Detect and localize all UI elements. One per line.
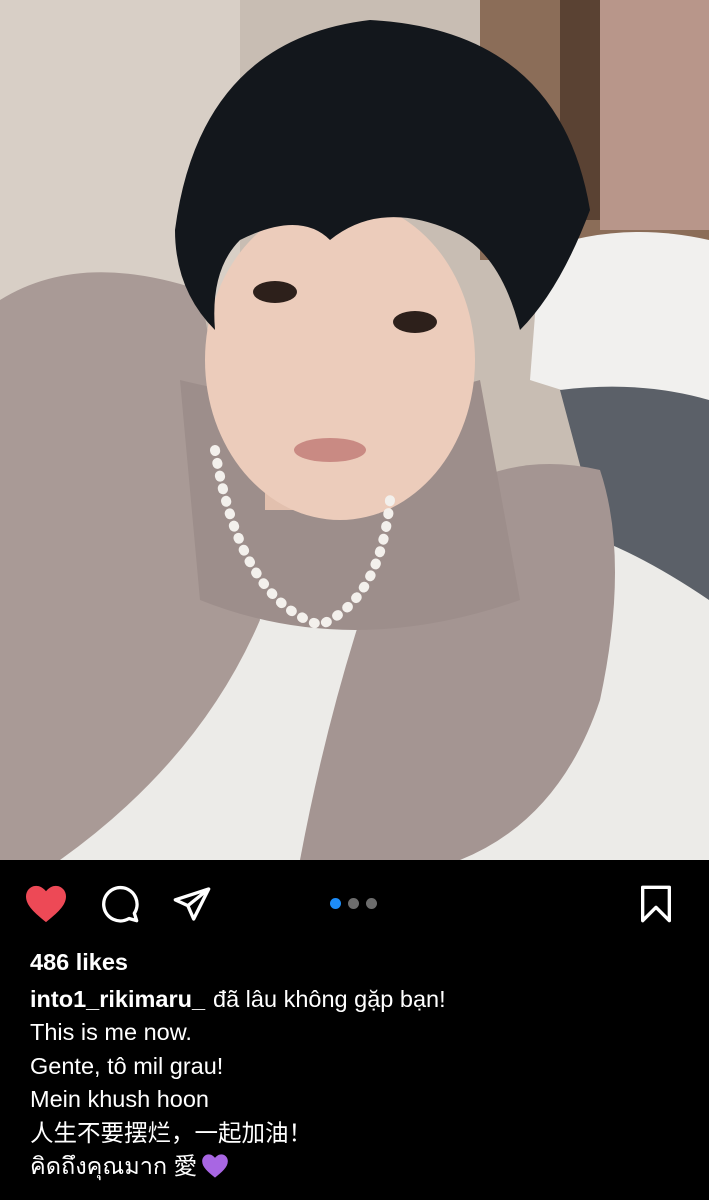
carousel-dot [366, 898, 377, 909]
caption-last-line: คิดถึงคุณมาก 愛 [30, 1150, 690, 1184]
heart-filled-icon[interactable] [24, 882, 68, 926]
comment-bubble-icon[interactable] [98, 882, 142, 926]
paper-plane-icon[interactable] [170, 882, 214, 926]
likes-count[interactable]: 486 likes [30, 946, 690, 980]
caption-username[interactable]: into1_rikimaru_ [30, 986, 205, 1012]
caption-line: 人生不要摆烂，一起加油！ [30, 1119, 312, 1146]
caption-line: Mein khush hoon [30, 1086, 209, 1112]
caption-line: Gente, tô mil grau! [30, 1052, 224, 1079]
purple-heart-icon [202, 1154, 228, 1178]
post-actions-bar [0, 860, 709, 946]
carousel-dot [348, 898, 359, 909]
photo-illustration [0, 0, 709, 860]
caption-text: คิดถึงคุณมาก 愛 [30, 1153, 198, 1179]
carousel-dot-active [330, 898, 341, 909]
caption-first-line: into1_rikimaru_ đã lâu không gặp bạn! [30, 983, 690, 1017]
caption-text: đã lâu không gặp bạn! [213, 985, 446, 1012]
carousel-indicator [330, 898, 377, 909]
caption-line: This is me now. [30, 1019, 192, 1045]
bookmark-icon[interactable] [634, 882, 678, 926]
post-meta: 486 likes into1_rikimaru_ đã lâu không gặ… [30, 946, 690, 1184]
post-photo[interactable] [0, 0, 709, 860]
